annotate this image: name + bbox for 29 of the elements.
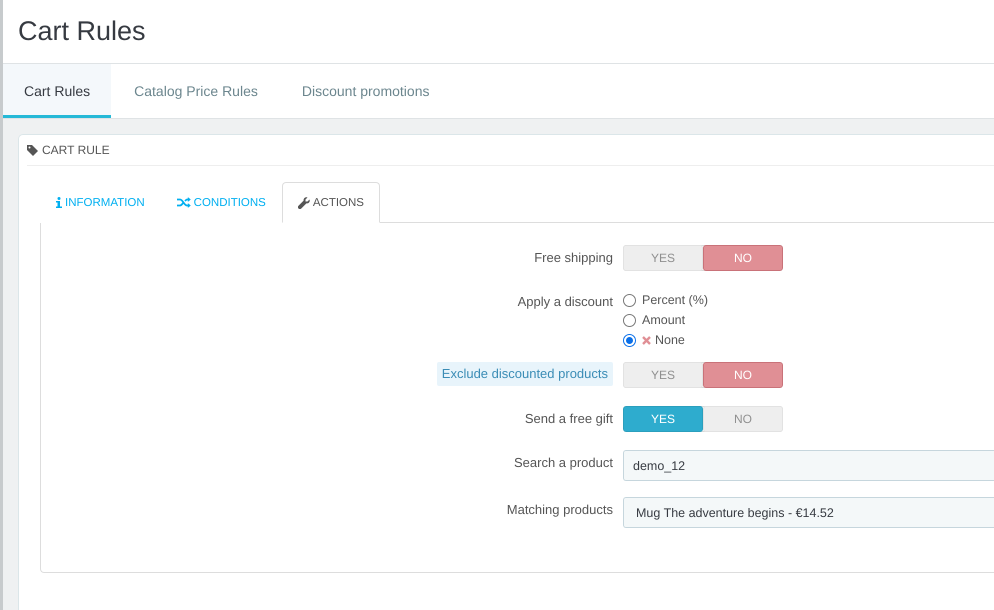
yes-option[interactable]: YES <box>623 406 703 432</box>
cross-icon <box>642 336 651 344</box>
shuffle-icon <box>176 197 191 208</box>
radio-button[interactable] <box>623 334 636 346</box>
no-option[interactable]: NO <box>703 362 783 388</box>
page-tab[interactable]: Cart Rules <box>3 64 112 118</box>
yes-option[interactable]: YES <box>623 362 703 388</box>
field-label: Exclude discounted products <box>436 362 613 386</box>
radio-button[interactable] <box>623 314 636 326</box>
wrench-icon <box>298 196 310 208</box>
field-label: Send a free gift <box>524 410 613 428</box>
page-title: Cart Rules <box>18 16 147 47</box>
tag-icon <box>27 144 38 156</box>
radio-label: None <box>655 333 685 347</box>
field-label: Apply a discount <box>518 293 613 311</box>
field-label: Free shipping <box>534 249 613 267</box>
yes-option[interactable]: YES <box>623 245 703 271</box>
field-label: Search a product <box>514 454 613 472</box>
search-field[interactable]: demo_12 <box>623 450 994 481</box>
radio-label: Percent (%) <box>642 293 708 307</box>
field-label: Matching products <box>506 501 613 519</box>
no-option[interactable]: NO <box>703 406 783 432</box>
section-tab[interactable]: ACTIONS <box>282 182 380 223</box>
info-icon <box>56 197 62 208</box>
radio-button[interactable] <box>623 294 636 306</box>
radio-label: Amount <box>642 313 686 327</box>
no-option[interactable]: NO <box>703 245 783 271</box>
product-select[interactable]: Mug The adventure begins - €14.52 <box>623 497 994 528</box>
panel-title: CART RULE <box>42 143 110 157</box>
